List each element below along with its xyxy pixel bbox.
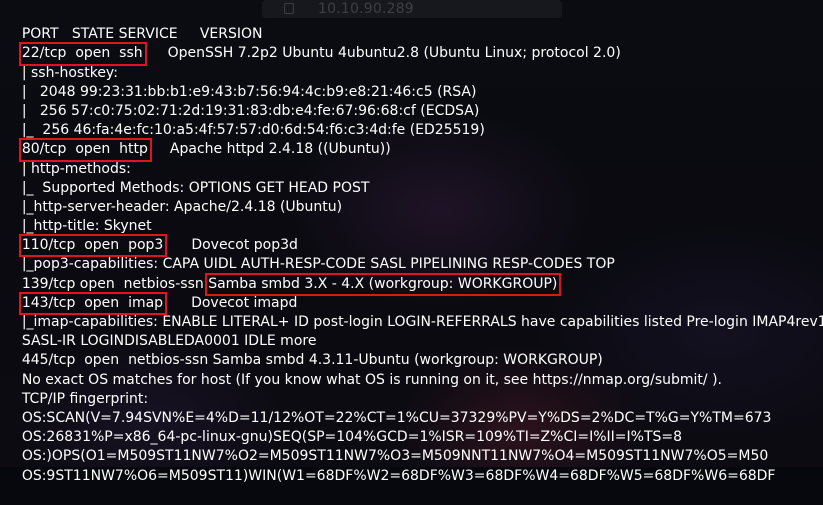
script-output-line: |_ Supported Methods: OPTIONS GET HEAD P… xyxy=(0,160,823,196)
script-output-line: |_imap-capabilities: ENABLE LITERAL+ ID … xyxy=(0,294,823,330)
port-row-imap: 143/tcp open imap Dovecot imapd xyxy=(0,275,823,316)
fingerprint-4: OS:9ST11NW7%O6=M509ST11)WIN(W1=68DF%W2=6… xyxy=(21,467,776,484)
script-output-line: |_pop3-capabilities: CAPA UIDL AUTH-RESP… xyxy=(0,236,823,272)
fingerprint-line: OS:)OPS(O1=M509ST11NW7%O2=M509ST11NW7%O3… xyxy=(0,428,823,464)
script-output-line: |_ 256 46:fa:4e:fc:10:a5:4f:57:57:d0:6d:… xyxy=(0,102,823,138)
fingerprint-line: OS:SCAN(V=7.94SVN%E=4%D=11/12%OT=22%CT=1… xyxy=(0,390,823,426)
terminal-output: PORT STATE SERVICE VERSION 22/tcp open s… xyxy=(0,0,823,484)
fingerprint-line: OS:26831%P=x86_64-pc-linux-gnu)SEQ(SP=10… xyxy=(0,409,823,445)
script-output-line: | http-methods: xyxy=(0,140,823,177)
fingerprint-title-line: TCP/IP fingerprint: xyxy=(0,371,823,407)
port-row-netbios: 139/tcp open netbios-ssn Samba smbd 3.X … xyxy=(0,255,823,297)
script-output-line: |_http-server-header: Apache/2.4.18 (Ubu… xyxy=(0,179,823,215)
fingerprint-line: OS:9ST11NW7%O6=M509ST11)WIN(W1=68DF%W2=6… xyxy=(0,447,823,484)
port-row-ssh: 22/tcp open ssh OpenSSH 7.2p2 Ubuntu 4ubu… xyxy=(0,25,823,66)
script-output-line: | 256 57:c0:75:02:71:2d:19:31:83:db:e4:f… xyxy=(0,83,823,119)
port-row-smb: 445/tcp open netbios-ssn Samba smbd 4.3.… xyxy=(0,332,823,368)
port-row-pop3: 110/tcp open pop3 Dovecot pop3d xyxy=(0,217,823,258)
port-row-http: 80/tcp open http Apache httpd 2.4.18 ((Ub… xyxy=(0,121,823,162)
script-output-line: SASL-IR LOGINDISABLEDA0001 IDLE more xyxy=(0,313,823,349)
script-output-line: | ssh-hostkey: xyxy=(0,44,823,81)
script-output-line: | 2048 99:23:31:bb:b1:e9:43:b7:56:94:4c:… xyxy=(0,64,823,100)
scan-header-row: PORT STATE SERVICE VERSION xyxy=(0,6,823,42)
script-output-line: |_http-title: Skynet xyxy=(0,198,823,234)
os-detection-line: No exact OS matches for host (If you kno… xyxy=(0,351,823,388)
